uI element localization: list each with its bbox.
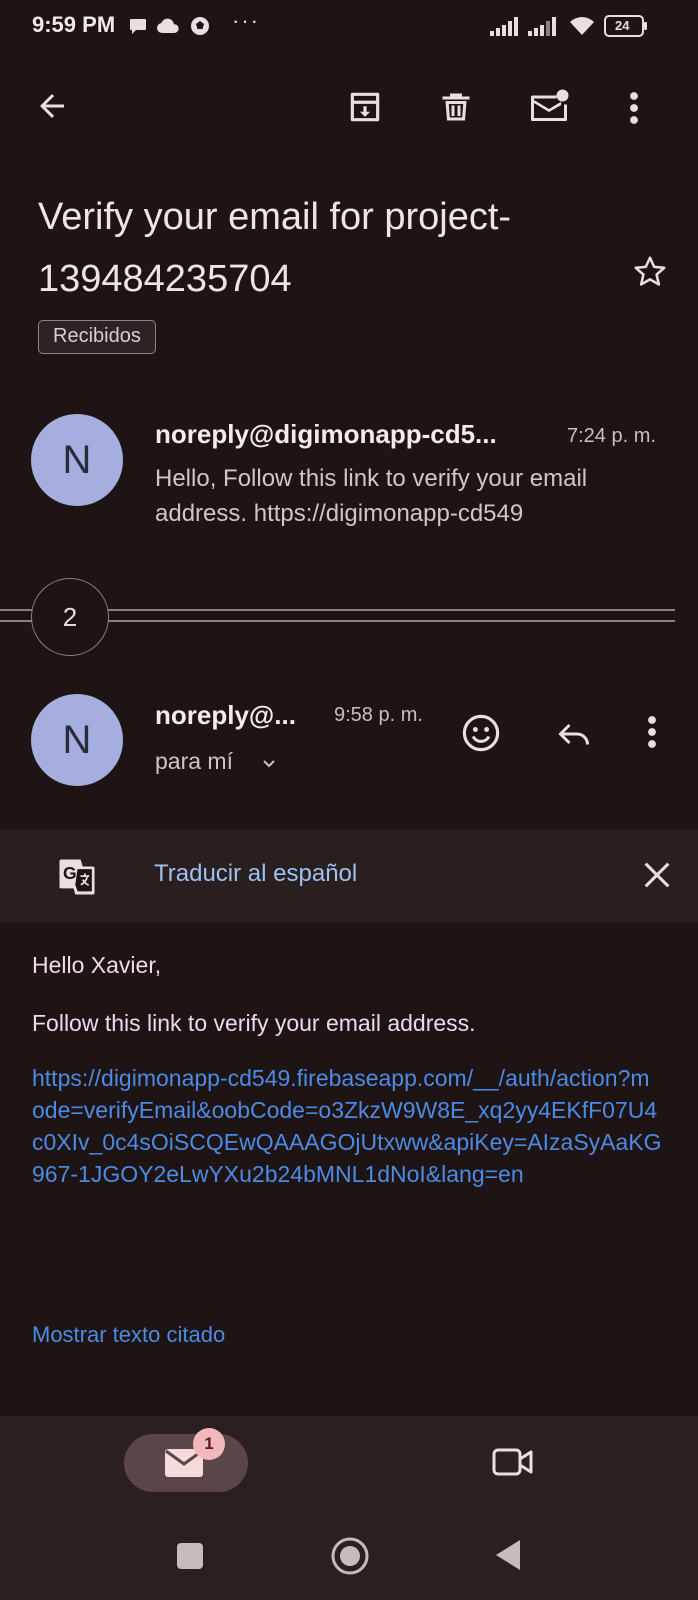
label-chip[interactable]: Recibidos — [38, 320, 156, 354]
email-subject: Verify your email for project-1394842357… — [38, 196, 512, 300]
sender-name: noreply@... — [155, 700, 296, 730]
message-time: 7:24 p. m. — [567, 425, 656, 447]
recents-square-icon[interactable] — [176, 1542, 204, 1570]
body-greeting: Hello Xavier, — [32, 952, 162, 978]
battery-level: 24 — [615, 18, 630, 33]
show-quoted-text-link[interactable]: Mostrar texto citado — [32, 1322, 225, 1348]
message-snippet: Hello, Follow this link to verify your e… — [155, 465, 588, 527]
back-arrow-icon[interactable] — [34, 88, 70, 124]
mark-unread-icon[interactable] — [528, 88, 570, 124]
more-vert-icon[interactable] — [640, 714, 664, 750]
delete-icon[interactable] — [438, 88, 474, 126]
star-icon[interactable] — [632, 254, 668, 290]
close-icon[interactable] — [640, 858, 674, 892]
translate-link[interactable]: Traducir al español — [154, 860, 357, 888]
recipient-label: para mí — [155, 748, 233, 774]
emoji-reaction-icon[interactable] — [460, 712, 502, 754]
cloud-icon — [156, 18, 180, 34]
translate-icon: G — [56, 856, 98, 898]
signal-icon — [528, 16, 560, 36]
chat-bubble-icon — [128, 16, 148, 36]
reply-icon[interactable] — [554, 716, 594, 752]
verification-link[interactable]: https://digimonapp-cd549.firebaseapp.com… — [32, 1062, 662, 1190]
wifi-icon — [568, 14, 596, 36]
soccer-ball-icon — [190, 16, 210, 36]
status-more-dots: ··· — [232, 8, 260, 33]
svg-text:G: G — [63, 863, 77, 883]
body-text: Follow this link to verify your email ad… — [32, 1010, 476, 1036]
video-camera-icon[interactable] — [492, 1446, 534, 1478]
collapsed-messages-count[interactable]: 2 — [31, 578, 109, 656]
archive-icon[interactable] — [346, 88, 384, 126]
sender-name: noreply@digimonapp-cd5... — [155, 419, 497, 449]
message-time: 9:58 p. m. — [334, 704, 423, 726]
mail-unread-badge: 1 — [193, 1428, 225, 1460]
home-circle-icon[interactable] — [330, 1536, 370, 1576]
chevron-down-icon — [257, 752, 281, 776]
avatar: N — [31, 414, 123, 506]
battery-icon: 24 — [604, 14, 648, 38]
signal-icon — [490, 16, 522, 36]
back-triangle-icon[interactable] — [494, 1538, 522, 1572]
more-vert-icon[interactable] — [620, 90, 648, 126]
recipient-toggle[interactable]: para mí — [155, 748, 275, 782]
avatar: N — [31, 694, 123, 786]
status-time: 9:59 PM — [32, 12, 116, 37]
